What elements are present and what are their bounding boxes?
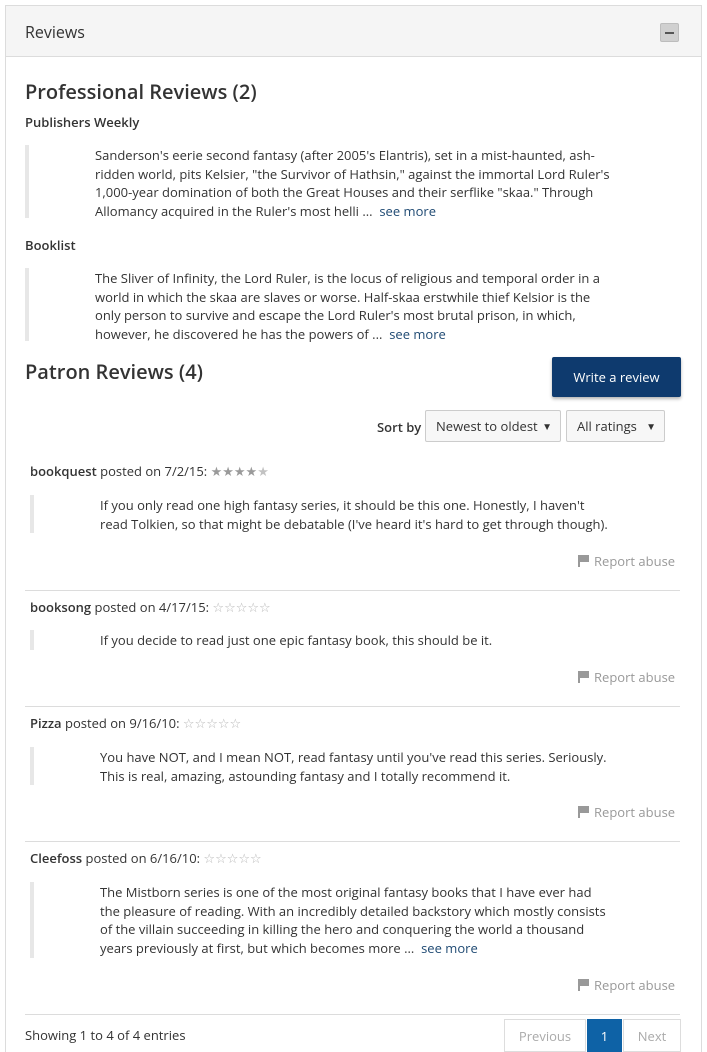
review-date: posted on 6/16/10: bbox=[82, 849, 204, 867]
write-review-button[interactable]: Write a review bbox=[552, 357, 681, 397]
review-line: read Tolkien, so that might be debatable… bbox=[100, 514, 608, 533]
caret-down-icon: ▼ bbox=[542, 419, 552, 433]
pro-review-quote: Sanderson's eerie second fantasy (after … bbox=[25, 145, 625, 220]
pro-review-line: The Sliver of Infinity, the Lord Ruler, … bbox=[95, 269, 600, 287]
patron-review-header: Cleefoss posted on 6/16/10: ☆☆☆☆☆ bbox=[30, 849, 262, 867]
pro-review-line: Allomancy acquired in the Ruler's most h… bbox=[95, 201, 373, 220]
sort-label: Sort by bbox=[377, 418, 422, 436]
pro-review-line: world in which the skaa are slaves or wo… bbox=[95, 287, 591, 306]
panel-title: Reviews bbox=[25, 21, 85, 43]
review-divider bbox=[25, 841, 680, 842]
review-line: the pleasure of reading. With an incredi… bbox=[100, 901, 606, 920]
panel-header: Reviews bbox=[6, 6, 701, 57]
see-more-link[interactable]: see more bbox=[421, 939, 478, 957]
next-page-button[interactable]: Next bbox=[623, 1019, 681, 1052]
rating-filter-select[interactable]: All ratings ▼ bbox=[566, 410, 665, 442]
review-line: You have NOT, and I mean NOT, read fanta… bbox=[100, 748, 607, 766]
patron-review-quote: If you only read one high fantasy series… bbox=[30, 495, 630, 533]
star-rating: ★★★★★ bbox=[211, 462, 269, 480]
flag-icon bbox=[578, 555, 589, 567]
star-rating-empty: ☆☆☆☆☆ bbox=[203, 849, 262, 867]
review-username[interactable]: Cleefoss bbox=[30, 849, 82, 867]
page-1-button[interactable]: 1 bbox=[587, 1019, 622, 1052]
review-divider bbox=[25, 1014, 680, 1015]
rating-filter-value: All ratings bbox=[577, 417, 637, 435]
see-more-link[interactable]: see more bbox=[379, 202, 436, 220]
patron-review-quote: If you decide to read just one epic fant… bbox=[30, 630, 630, 650]
report-abuse-label: Report abuse bbox=[594, 668, 676, 686]
report-abuse-link[interactable]: Report abuse bbox=[578, 552, 675, 570]
professional-reviews-heading: Professional Reviews (2) bbox=[25, 78, 257, 105]
previous-page-button[interactable]: Previous bbox=[504, 1019, 586, 1052]
report-abuse-label: Report abuse bbox=[594, 976, 676, 994]
star-rating-empty: ☆☆☆☆☆ bbox=[182, 714, 242, 732]
review-username[interactable]: Pizza bbox=[30, 714, 62, 732]
review-line: of the villain succeeding in killing the… bbox=[100, 920, 585, 938]
star-rating-empty: ☆☆☆☆☆ bbox=[212, 598, 271, 616]
pro-review-line: ridden world, pits Kelsier, "the Survivo… bbox=[95, 164, 610, 183]
report-abuse-label: Report abuse bbox=[594, 552, 676, 570]
patron-review-quote: The Mistborn series is one of the most o… bbox=[30, 882, 630, 958]
report-abuse-link[interactable]: Report abuse bbox=[578, 668, 675, 686]
flag-icon bbox=[578, 979, 589, 991]
pro-review-source: Publishers Weekly bbox=[25, 113, 140, 131]
sort-select[interactable]: Newest to oldest ▼ bbox=[425, 410, 561, 442]
review-divider bbox=[25, 706, 680, 707]
star-icon: ★★★★ bbox=[210, 462, 258, 480]
report-abuse-link[interactable]: Report abuse bbox=[578, 803, 675, 821]
review-date: posted on 9/16/10: bbox=[61, 714, 183, 732]
patron-review-header: Pizza posted on 9/16/10: ☆☆☆☆☆ bbox=[30, 714, 241, 732]
collapse-icon[interactable] bbox=[660, 23, 679, 42]
pro-review-quote: The Sliver of Infinity, the Lord Ruler, … bbox=[25, 268, 625, 343]
pro-review-line: Sanderson's eerie second fantasy (after … bbox=[95, 146, 595, 164]
patron-review-header: booksong posted on 4/17/15: ☆☆☆☆☆ bbox=[30, 598, 271, 616]
patron-reviews-heading: Patron Reviews (4) bbox=[25, 358, 203, 385]
review-username[interactable]: bookquest bbox=[30, 462, 97, 480]
pro-review-source: Booklist bbox=[25, 236, 76, 254]
review-date: posted on 7/2/15: bbox=[96, 462, 211, 480]
report-abuse-label: Report abuse bbox=[594, 803, 676, 821]
review-username[interactable]: booksong bbox=[30, 598, 91, 616]
pro-review-line: only person to survive and escape the Lo… bbox=[95, 306, 576, 324]
caret-down-icon: ▼ bbox=[646, 419, 656, 433]
sort-select-value: Newest to oldest bbox=[436, 417, 538, 435]
review-line: The Mistborn series is one of the most o… bbox=[100, 883, 592, 901]
pro-review-line: 1,000-year domination of both the Great … bbox=[95, 183, 594, 201]
review-divider bbox=[25, 590, 680, 591]
patron-review-header: bookquest posted on 7/2/15: ★★★★★ bbox=[30, 462, 269, 480]
pro-review-line: however, he discovered he has the powers… bbox=[95, 324, 383, 343]
report-abuse-link[interactable]: Report abuse bbox=[578, 976, 675, 994]
flag-icon bbox=[578, 806, 589, 818]
review-date: posted on 4/17/15: bbox=[91, 598, 213, 616]
entries-info: Showing 1 to 4 of 4 entries bbox=[25, 1026, 186, 1044]
half-star-icon: ★ bbox=[257, 462, 269, 480]
review-line: years previously at first, but which bec… bbox=[100, 938, 415, 957]
review-line: This is real, amazing, astounding fantas… bbox=[100, 766, 511, 785]
see-more-link[interactable]: see more bbox=[389, 325, 446, 343]
patron-review-quote: You have NOT, and I mean NOT, read fanta… bbox=[30, 747, 630, 785]
review-line: If you decide to read just one epic fant… bbox=[100, 631, 493, 649]
flag-icon bbox=[578, 671, 589, 683]
review-line: If you only read one high fantasy series… bbox=[100, 496, 585, 514]
